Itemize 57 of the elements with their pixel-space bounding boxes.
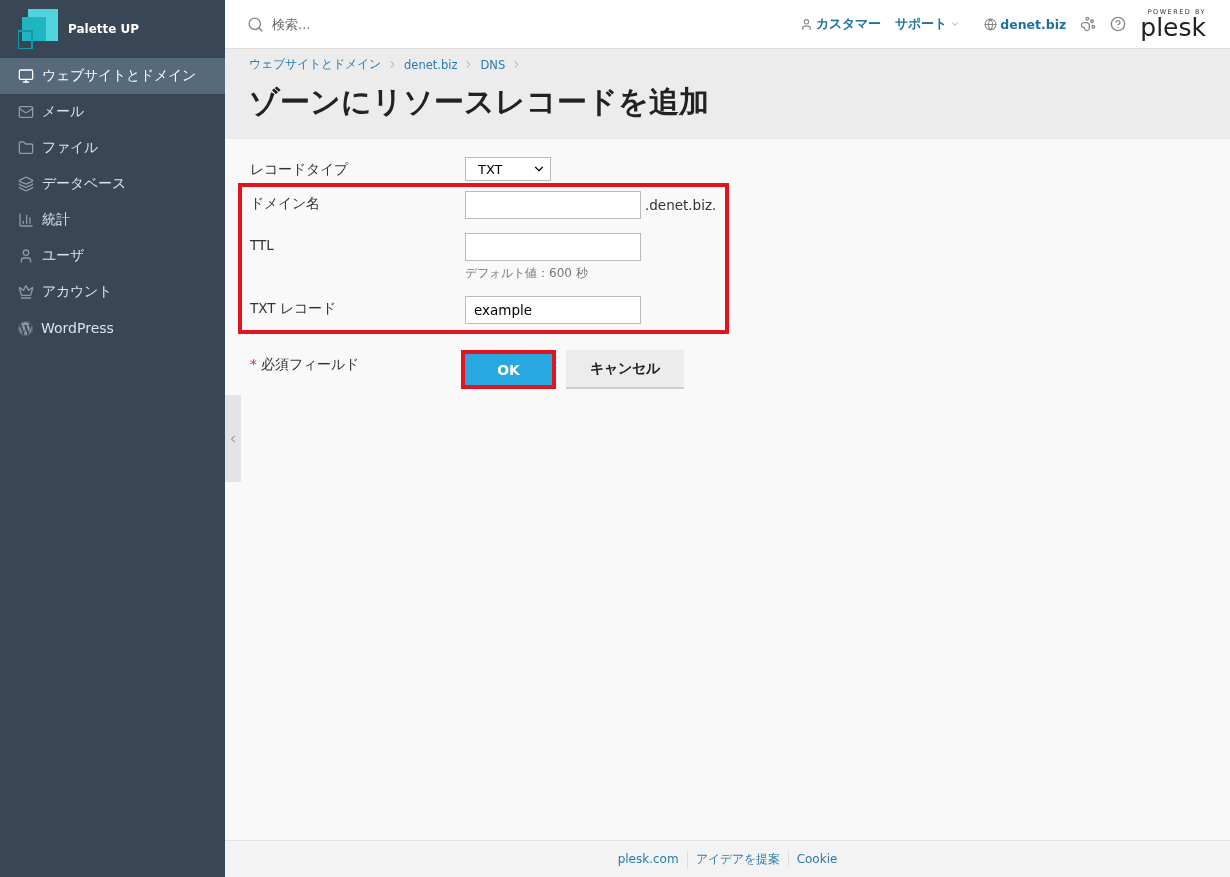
sidebar-label: ウェブサイトとドメイン (42, 67, 196, 85)
required-note: * 必須フィールド (250, 355, 361, 374)
breadcrumb-link[interactable]: denet.biz (404, 57, 458, 72)
breadcrumb-link[interactable]: DNS (480, 57, 506, 72)
caret-icon (950, 19, 961, 29)
sidebar-item[interactable]: データベース (0, 166, 225, 202)
paw-icon[interactable] (1080, 16, 1097, 32)
field-label: ドメイン名 (250, 194, 321, 213)
input-field[interactable] (465, 233, 641, 261)
search-field[interactable]: 検索... (270, 15, 474, 33)
globe-icon (984, 17, 998, 31)
sidebar-item[interactable]: WordPress (0, 310, 225, 346)
field-label: レコードタイプ (250, 160, 350, 179)
breadcrumb-link[interactable]: ウェブサイトとドメイン (249, 57, 381, 72)
input-field[interactable] (465, 191, 641, 219)
footer-link[interactable]: Cookie (787, 852, 846, 866)
sidebar-item[interactable]: メール (0, 94, 225, 130)
wordpress-icon (18, 320, 33, 336)
sidebar-item[interactable]: ファイル (0, 130, 225, 166)
sidebar-label: ファイル (42, 139, 98, 157)
bar-chart-icon (18, 212, 34, 228)
layers-icon (18, 176, 34, 192)
sidebar-item[interactable]: 統計 (0, 202, 225, 238)
monitor-icon (18, 68, 34, 84)
page-title: ゾーンにリソースレコードを追加 (249, 83, 710, 121)
brand-name: Palette UP (68, 22, 140, 36)
field-hint: デフォルト値：600 秒 (465, 265, 589, 282)
sidebar-label: メール (42, 103, 84, 121)
sidebar-item[interactable]: アカウント (0, 274, 225, 310)
sidebar-label: データベース (42, 175, 126, 193)
footer-link[interactable]: plesk.com (609, 852, 687, 866)
search-icon (247, 15, 264, 33)
user-icon (18, 248, 34, 264)
sidebar-item[interactable]: ウェブサイトとドメイン (0, 58, 225, 94)
footer-link[interactable]: アイデアを提案 (686, 850, 788, 868)
customer-link[interactable]: カスタマー (800, 15, 882, 33)
field-label: TTL (250, 236, 275, 253)
sidebar-label: アカウント (42, 283, 112, 301)
envelope-icon (18, 104, 34, 120)
sidebar-label: 統計 (42, 211, 70, 229)
help-icon[interactable] (1110, 16, 1127, 32)
sidebar-item[interactable]: ユーザ (0, 238, 225, 274)
domain-link[interactable]: denet.biz (984, 16, 1067, 32)
plesk-logo: plesk (1140, 16, 1206, 40)
record-type-select[interactable]: TXT (465, 157, 551, 181)
cancel-button[interactable]: キャンセル (566, 350, 684, 389)
field-label: TXT レコード (250, 299, 337, 318)
input-field[interactable]: example (465, 296, 641, 324)
sidebar-label: WordPress (41, 320, 114, 336)
collapse-tab[interactable] (225, 395, 241, 482)
crown-icon (18, 284, 34, 300)
user-icon (800, 17, 814, 31)
logo-icon (18, 9, 58, 49)
domain-suffix: .denet.biz. (645, 197, 717, 213)
sidebar-label: ユーザ (42, 247, 84, 265)
folder-icon (18, 140, 34, 156)
support-menu[interactable]: サポート (895, 15, 961, 33)
